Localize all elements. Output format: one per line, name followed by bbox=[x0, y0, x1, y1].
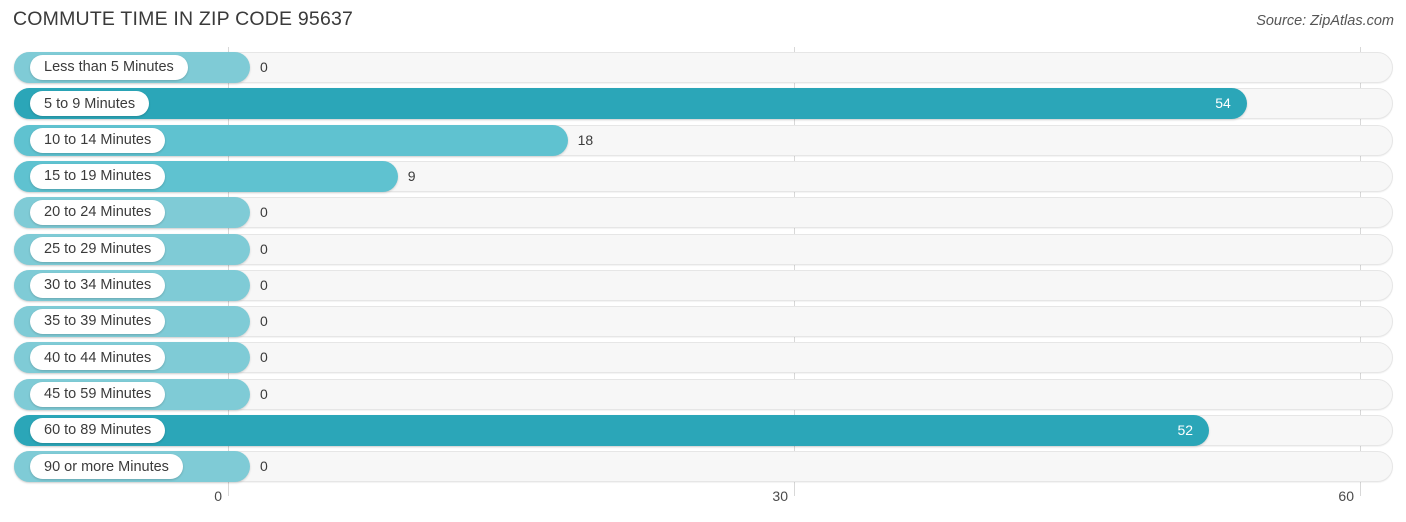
bar-value-label: 0 bbox=[260, 313, 268, 330]
category-label-pill: 5 to 9 Minutes bbox=[30, 91, 150, 117]
bar-value-label: 0 bbox=[260, 349, 268, 366]
category-label-pill: 25 to 29 Minutes bbox=[30, 236, 166, 262]
bar-value-label: 0 bbox=[260, 385, 268, 402]
bar-row[interactable]: 5 to 9 Minutes 54 bbox=[0, 87, 1406, 120]
axis-tick-mark bbox=[794, 484, 795, 496]
axis-tick-label: 30 bbox=[772, 488, 788, 504]
category-label: 25 to 29 Minutes bbox=[44, 240, 152, 257]
bar-row[interactable]: 90 or more Minutes 0 bbox=[0, 450, 1406, 483]
category-label-pill: 30 to 34 Minutes bbox=[30, 272, 166, 298]
category-label: 35 to 39 Minutes bbox=[44, 313, 152, 330]
bar-row[interactable]: Less than 5 Minutes 0 bbox=[0, 51, 1406, 84]
category-label: 15 to 19 Minutes bbox=[44, 168, 152, 185]
axis-tick-label: 0 bbox=[214, 488, 222, 504]
bar-row[interactable]: 20 to 24 Minutes 0 bbox=[0, 196, 1406, 229]
bar-value-label: 18 bbox=[577, 131, 594, 148]
x-axis: 0 30 60 bbox=[0, 484, 1406, 522]
category-label-pill: Less than 5 Minutes bbox=[30, 55, 188, 80]
bar-row[interactable]: 45 to 59 Minutes 0 bbox=[0, 378, 1406, 411]
axis-tick-mark bbox=[1360, 484, 1361, 496]
source-attribution: Source: ZipAtlas.com bbox=[1256, 13, 1394, 29]
category-label-pill: 40 to 44 Minutes bbox=[30, 345, 166, 371]
category-label-pill: 20 to 24 Minutes bbox=[30, 200, 166, 226]
category-label-pill: 90 or more Minutes bbox=[30, 454, 183, 480]
bar-row[interactable]: 25 to 29 Minutes 0 bbox=[0, 233, 1406, 266]
category-label-pill: 60 to 89 Minutes bbox=[30, 418, 166, 443]
category-label: 5 to 9 Minutes bbox=[44, 95, 136, 112]
bar-row[interactable]: 35 to 39 Minutes 0 bbox=[0, 305, 1406, 338]
category-label-pill: 15 to 19 Minutes bbox=[30, 163, 166, 189]
bar-row[interactable]: 30 to 34 Minutes 0 bbox=[0, 269, 1406, 302]
bar-value-label: 0 bbox=[260, 59, 268, 75]
category-label: 30 to 34 Minutes bbox=[44, 277, 152, 294]
bar-value-label: 52 bbox=[1177, 422, 1194, 438]
bar-value-label: 0 bbox=[260, 240, 268, 257]
axis-tick-mark bbox=[228, 484, 229, 496]
category-label-pill: 45 to 59 Minutes bbox=[30, 381, 166, 407]
chart-plot-area: Less than 5 Minutes 0 5 to 9 Minutes 54 10 t… bbox=[0, 47, 1406, 484]
bar-row[interactable]: 60 to 89 Minutes 52 bbox=[0, 414, 1406, 447]
category-label: 90 or more Minutes bbox=[44, 458, 169, 475]
value-bar[interactable] bbox=[14, 88, 1247, 120]
category-label: Less than 5 Minutes bbox=[44, 59, 174, 76]
category-label-pill: 10 to 14 Minutes bbox=[30, 127, 166, 153]
bar-value-label: 0 bbox=[260, 276, 268, 293]
category-label: 20 to 24 Minutes bbox=[44, 204, 152, 221]
bar-value-label: 0 bbox=[260, 458, 268, 475]
axis-tick-label: 60 bbox=[1338, 488, 1354, 504]
bar-value-label: 0 bbox=[260, 204, 268, 221]
chart-header: COMMUTE TIME IN ZIP CODE 95637 Source: Z… bbox=[0, 0, 1406, 44]
bar-value-label: 54 bbox=[1215, 95, 1231, 112]
page-title: COMMUTE TIME IN ZIP CODE 95637 bbox=[13, 8, 354, 30]
category-label: 40 to 44 Minutes bbox=[44, 349, 152, 366]
category-label: 45 to 59 Minutes bbox=[44, 385, 152, 402]
bar-value-label: 9 bbox=[407, 167, 416, 184]
bar-row[interactable]: 10 to 14 Minutes 18 bbox=[0, 124, 1406, 157]
category-label: 10 to 14 Minutes bbox=[44, 131, 152, 148]
bar-row[interactable]: 15 to 19 Minutes 9 bbox=[0, 160, 1406, 193]
category-label: 60 to 89 Minutes bbox=[44, 422, 152, 439]
value-bar[interactable] bbox=[14, 415, 1210, 446]
bar-row[interactable]: 40 to 44 Minutes 0 bbox=[0, 341, 1406, 374]
category-label-pill: 35 to 39 Minutes bbox=[30, 309, 166, 335]
